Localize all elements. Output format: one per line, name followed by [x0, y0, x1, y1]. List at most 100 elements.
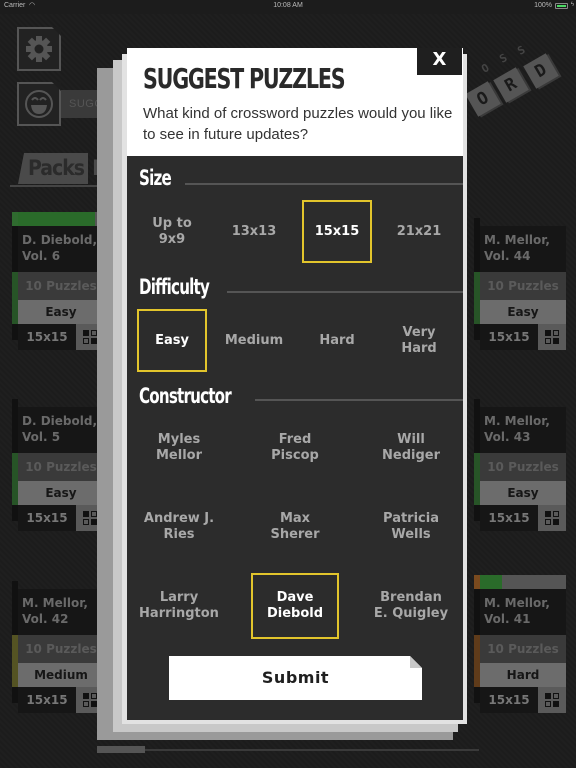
dialog-header: SUGGEST PUZZLES What kind of crossword p…: [127, 48, 463, 156]
difficulty-option[interactable]: Medium: [219, 309, 289, 372]
puzzle-count: 10 Puzzles: [18, 635, 104, 663]
constructor-option-label: Will Nediger: [382, 432, 440, 463]
size-option-label: Up to 9x9: [152, 215, 192, 247]
logo-letter: S: [497, 51, 510, 66]
constructor-option[interactable]: Dave Diebold: [251, 573, 339, 639]
constructor-option-label: Patricia Wells: [383, 511, 439, 542]
close-button[interactable]: X: [417, 48, 462, 75]
suggest-button[interactable]: [17, 82, 61, 126]
constructor-option-label: Larry Harrington: [139, 590, 219, 621]
constructor-option-label: Myles Mellor: [155, 432, 202, 463]
smiley-icon: [25, 90, 53, 118]
puzzle-count: 10 Puzzles: [480, 453, 566, 481]
logo-tile: R: [493, 67, 529, 103]
pack-card[interactable]: D. Diebold, Vol. 5 10 Puzzles Easy 15x15: [12, 393, 104, 531]
size-option[interactable]: Up to 9x9: [137, 200, 207, 263]
difficulty-option-label: Very Hard: [401, 324, 437, 356]
section-divider: [255, 399, 463, 401]
puzzle-count: 10 Puzzles: [480, 272, 566, 300]
difficulty-option-label: Medium: [224, 332, 284, 348]
difficulty-option-label: Hard: [319, 332, 355, 348]
pack-title: M. Mellor, Vol. 41: [480, 589, 566, 635]
size-option[interactable]: 15x15: [302, 200, 372, 263]
puzzle-count: 10 Puzzles: [480, 635, 566, 663]
difficulty-option[interactable]: Very Hard: [384, 309, 454, 372]
logo-tile: D: [523, 53, 559, 89]
size-option[interactable]: 13x13: [219, 200, 289, 263]
constructor-option[interactable]: Fred Piscop: [251, 415, 339, 481]
horizontal-scrollbar-track[interactable]: [97, 749, 479, 751]
grid-view-button[interactable]: [538, 324, 566, 350]
pack-title-line: D. Diebold,: [22, 414, 98, 428]
battery-percent: 100%: [534, 2, 552, 9]
pack-title-line: D. Diebold,: [22, 233, 98, 247]
constructor-option[interactable]: Patricia Wells: [367, 494, 455, 560]
puzzle-count: 10 Puzzles: [18, 453, 104, 481]
grid-view-button[interactable]: [538, 505, 566, 531]
submit-button[interactable]: Submit: [169, 656, 422, 700]
grid-view-button[interactable]: [538, 687, 566, 713]
constructor-option-label: Brendan E. Quigley: [373, 590, 449, 621]
grid-size: 15x15: [480, 687, 538, 713]
size-section-title: Size: [139, 166, 172, 190]
difficulty-option[interactable]: Hard: [302, 309, 372, 372]
pack-title: M. Mellor, Vol. 44: [480, 226, 566, 272]
pack-title-line: M. Mellor,: [484, 596, 550, 610]
progress-fill: [480, 575, 502, 589]
pack-card[interactable]: M. Mellor, Vol. 42 10 Puzzles Medium 15x1…: [12, 575, 104, 713]
pack-title-line: Vol. 6: [22, 249, 61, 263]
status-bar: Carrier ◠ 10:08 AM 100% ϟ: [0, 0, 576, 14]
horizontal-scrollbar-thumb[interactable]: [97, 746, 145, 753]
constructor-option[interactable]: Andrew J. Ries: [135, 494, 223, 560]
pack-card[interactable]: M. Mellor, Vol. 41 10 Puzzles Hard 15x15: [474, 575, 566, 713]
constructor-option[interactable]: Will Nediger: [367, 415, 455, 481]
size-option[interactable]: 21x21: [384, 200, 454, 263]
constructor-option[interactable]: Brendan E. Quigley: [367, 573, 455, 639]
grid-size: 15x15: [480, 324, 538, 350]
grid-icon: [545, 330, 559, 344]
grid-size: 15x15: [480, 505, 538, 531]
pack-title: D. Diebold, Vol. 5: [18, 407, 104, 453]
progress-bar: [480, 575, 566, 589]
constructor-option[interactable]: Larry Harrington: [135, 573, 223, 639]
progress-bar: [18, 212, 104, 226]
constructor-option-label: Max Sherer: [270, 511, 320, 542]
progress-fill: [18, 212, 96, 226]
difficulty-badge: Hard: [480, 663, 566, 687]
page-fold: [410, 656, 422, 668]
section-divider: [227, 291, 463, 293]
crossword-logo: O S S O R D: [465, 40, 576, 130]
difficulty-option-label: Easy: [155, 332, 189, 348]
pack-title-line: M. Mellor,: [484, 233, 550, 247]
grid-icon: [83, 511, 97, 525]
battery-icon: [555, 3, 568, 9]
grid-size: 15x15: [18, 324, 76, 350]
size-option-label: 21x21: [396, 223, 442, 239]
grid-icon: [83, 330, 97, 344]
suggest-puzzles-dialog: SUGGEST PUZZLES What kind of crossword p…: [127, 48, 463, 720]
constructor-option-label: Dave Diebold: [266, 590, 324, 621]
difficulty-option[interactable]: Easy: [137, 309, 207, 372]
logo-letter: S: [515, 43, 528, 58]
settings-button[interactable]: [17, 27, 61, 71]
size-option-label: 13x13: [231, 223, 277, 239]
difficulty-badge: Easy: [480, 481, 566, 505]
pack-title-line: Vol. 43: [484, 430, 531, 444]
charging-icon: ϟ: [570, 2, 574, 8]
pack-title-line: Vol. 5: [22, 430, 61, 444]
pack-title-line: Vol. 44: [484, 249, 531, 263]
pack-card[interactable]: M. Mellor, Vol. 44 10 Puzzles Easy 15x15: [474, 212, 566, 350]
tab-packs[interactable]: Packs: [18, 153, 88, 184]
puzzle-count: 10 Puzzles: [18, 272, 104, 300]
logo-letter: O: [479, 61, 492, 76]
pack-title: D. Diebold, Vol. 6: [18, 226, 104, 272]
constructor-option[interactable]: Max Sherer: [251, 494, 339, 560]
pack-card[interactable]: D. Diebold, Vol. 6 10 Puzzles Easy 15x15: [12, 212, 104, 350]
difficulty-badge: Easy: [18, 300, 104, 324]
dialog-title: SUGGEST PUZZLES: [143, 62, 346, 95]
pack-card[interactable]: M. Mellor, Vol. 43 10 Puzzles Easy 15x15: [474, 393, 566, 531]
constructor-section-title: Constructor: [139, 384, 232, 408]
constructor-option[interactable]: Myles Mellor: [135, 415, 223, 481]
grid-icon: [545, 511, 559, 525]
pack-title-line: M. Mellor,: [22, 596, 88, 610]
